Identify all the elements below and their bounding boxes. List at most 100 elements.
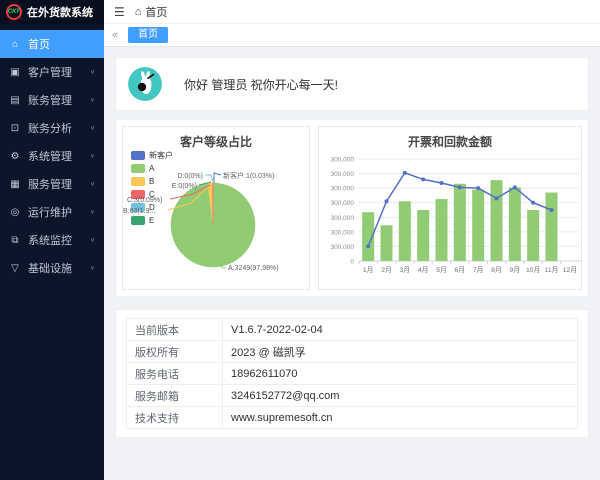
greeting-card: 你好 管理员 祝你开心每一天! [115, 57, 589, 111]
info-value: V1.6.7-2022-02-04 [223, 319, 578, 341]
breadcrumb-label: 首页 [145, 4, 167, 20]
content: 你好 管理员 祝你开心每一天! 客户等级占比 新客户 A B C D E 新客户… [104, 47, 600, 448]
sidebar-item-billing-analysis[interactable]: ⊡ 账务分析 ∨ [0, 114, 104, 142]
info-label: 服务电话 [127, 363, 223, 385]
line-point-5月[interactable] [440, 181, 444, 185]
line-point-2月[interactable] [385, 199, 389, 203]
logo-bar: CKF 在外货款系统 [0, 0, 104, 24]
line-point-7月[interactable] [476, 186, 480, 190]
bar-6月[interactable] [454, 184, 466, 261]
sidebar-item-infrastructure[interactable]: ▽ 基础设施 ∨ [0, 254, 104, 282]
billing-icon: ▤ [9, 95, 21, 106]
chevron-down-icon: ∨ [90, 125, 95, 131]
x-axis-tick-label: 12月 [563, 266, 577, 274]
chevron-down-icon: ∨ [90, 237, 95, 243]
bar-7月[interactable] [472, 190, 484, 261]
system-info-card: 当前版本 V1.6.7-2022-02-04 版权所有 2023 @ 磁凯孚 服… [115, 309, 589, 438]
system-info-table: 当前版本 V1.6.7-2022-02-04 版权所有 2023 @ 磁凯孚 服… [126, 318, 578, 429]
bar-10月[interactable] [527, 210, 539, 261]
pie-callout-label-D: D:0(0%) [177, 173, 203, 180]
line-point-10月[interactable] [531, 201, 535, 205]
infra-icon: ▽ [9, 263, 21, 274]
y-axis-tick-label: 300,000 [331, 244, 355, 251]
y-axis-tick-label: 300,000 [331, 215, 355, 222]
x-axis-tick-label: 3月 [400, 266, 411, 274]
sidebar-item-label: 基础设施 [28, 260, 72, 276]
home-icon: ⌂ [135, 6, 142, 18]
sidebar-item-label: 客户管理 [28, 64, 72, 80]
bar-11月[interactable] [546, 193, 558, 261]
line-point-11月[interactable] [550, 208, 554, 212]
main-area: ☰ ⌂ 首页 « 首页 你好 管理员 祝你开心每一天! 客户等级占比 [104, 0, 600, 480]
breadcrumb[interactable]: ⌂ 首页 [135, 4, 168, 20]
chevron-down-icon: ∨ [90, 153, 95, 159]
hamburger-icon[interactable]: ☰ [114, 5, 125, 19]
app-logo: CKF [6, 4, 22, 20]
tab-bar: « 首页 [104, 24, 600, 47]
sidebar-item-operations[interactable]: ◎ 运行维护 ∨ [0, 198, 104, 226]
bar-5月[interactable] [436, 199, 448, 261]
monitor-icon: ⧉ [9, 235, 21, 246]
sidebar: CKF 在外货款系统 ⌂ 首页 ∨ ▣ 客户管理 ∨ ▤ 账务管理 ∨ ⊡ 账务… [0, 0, 104, 480]
sidebar-item-label: 服务管理 [28, 176, 72, 192]
operations-icon: ◎ [9, 207, 21, 218]
x-axis-tick-label: 10月 [526, 266, 540, 274]
info-label: 版权所有 [127, 341, 223, 363]
line-point-3月[interactable] [403, 171, 407, 175]
customer-icon: ▣ [9, 67, 21, 78]
bar-3月[interactable] [399, 201, 411, 261]
sidebar-item-customer-mgmt[interactable]: ▣ 客户管理 ∨ [0, 58, 104, 86]
pie-callout-line-新客户 [214, 173, 221, 183]
pie-chart-panel: 客户等级占比 新客户 A B C D E 新客户:1(0.03%)A:3249(… [122, 126, 310, 290]
x-axis-tick-label: 2月 [381, 266, 392, 274]
x-axis-tick-label: 8月 [491, 266, 502, 274]
pie-callout-label-A: A:3249(97.98%) [228, 265, 279, 272]
table-row: 当前版本 V1.6.7-2022-02-04 [127, 319, 578, 341]
line-point-4月[interactable] [421, 177, 425, 181]
y-axis-tick-label: 0 [350, 259, 354, 266]
sidebar-item-home[interactable]: ⌂ 首页 ∨ [0, 30, 104, 58]
bar-8月[interactable] [491, 180, 503, 261]
chevron-down-icon: ∨ [90, 181, 95, 187]
sidebar-item-billing-mgmt[interactable]: ▤ 账务管理 ∨ [0, 86, 104, 114]
x-axis-tick-label: 1月 [363, 266, 374, 274]
bar-line-chart: 0 300,000 300,000 300,000 300,000 300,000 300,… [319, 149, 582, 289]
bar-9月[interactable] [509, 187, 521, 261]
bar-chart-panel: 开票和回款金额 0300,000300,000300,000300,000300… [318, 126, 582, 290]
table-row: 技术支持 www.supremesoft.cn [127, 407, 578, 429]
y-axis-tick-label: 300,000 [331, 200, 355, 207]
top-header: ☰ ⌂ 首页 [104, 0, 600, 24]
info-label: 服务邮箱 [127, 385, 223, 407]
bar-4月[interactable] [417, 210, 429, 261]
service-icon: ▦ [9, 179, 21, 190]
line-point-9月[interactable] [513, 185, 517, 189]
pie-callout-label-新客户: 新客户:1(0.03%) [223, 171, 274, 180]
y-axis-tick-label: 300,000 [331, 186, 355, 193]
charts-card: 客户等级占比 新客户 A B C D E 新客户:1(0.03%)A:3249(… [115, 119, 589, 297]
y-axis-tick-label: 300,000 [331, 229, 355, 236]
line-point-6月[interactable] [458, 185, 462, 189]
pie-chart: 新客户:1(0.03%)A:3249(97.98%)B:63(1.9...C:3… [123, 127, 309, 289]
y-axis-tick-label: 300,000 [331, 171, 355, 178]
table-row: 版权所有 2023 @ 磁凯孚 [127, 341, 578, 363]
sidebar-item-label: 系统管理 [28, 148, 72, 164]
collapse-tabs-icon[interactable]: « [112, 29, 118, 41]
greeting-text: 你好 管理员 祝你开心每一天! [184, 76, 338, 93]
x-axis-tick-label: 6月 [455, 266, 466, 274]
line-point-8月[interactable] [495, 196, 499, 200]
bar-2月[interactable] [381, 225, 393, 261]
avatar [128, 67, 162, 101]
sidebar-item-monitoring[interactable]: ⧉ 系统监控 ∨ [0, 226, 104, 254]
tab-home[interactable]: 首页 [128, 27, 168, 43]
chevron-down-icon: ∨ [90, 97, 95, 103]
line-point-1月[interactable] [366, 244, 370, 248]
chevron-down-icon: ∨ [90, 209, 95, 215]
sidebar-item-system-mgmt[interactable]: ⚙ 系统管理 ∨ [0, 142, 104, 170]
sidebar-item-label: 账务管理 [28, 92, 72, 108]
x-axis-tick-label: 4月 [418, 266, 429, 274]
x-axis-tick-label: 7月 [473, 266, 484, 274]
info-value: 2023 @ 磁凯孚 [223, 341, 578, 363]
sidebar-item-service-mgmt[interactable]: ▦ 服务管理 ∨ [0, 170, 104, 198]
pie-callout-label-C: C:3(0.09%) [127, 197, 162, 204]
info-value: 3246152772@qq.com [223, 385, 578, 407]
